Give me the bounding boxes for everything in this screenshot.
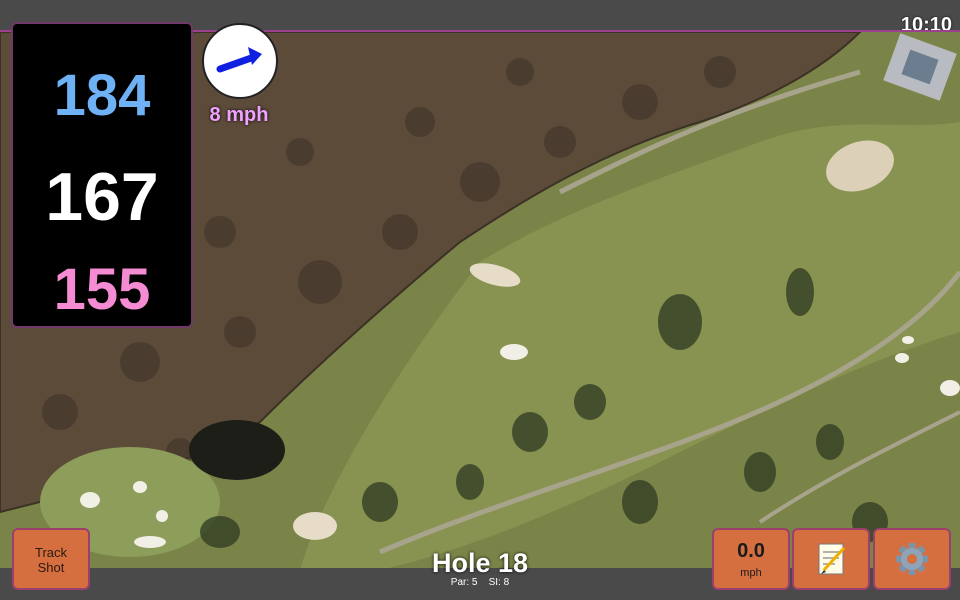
hole-par: Par: 5	[450, 577, 478, 588]
wind-speed: 8 mph	[209, 104, 269, 126]
gear-icon	[896, 543, 928, 575]
speed-button[interactable]: 0.0 mph	[712, 528, 790, 590]
wind-indicator	[202, 23, 278, 99]
settings-button[interactable]	[873, 528, 951, 590]
front-yardage: 155	[53, 257, 151, 322]
wind-arrow-icon	[216, 47, 262, 73]
middle-yardage: 167	[45, 159, 159, 235]
notes-button[interactable]	[792, 528, 870, 590]
track-shot-label-line1: Track	[34, 545, 68, 560]
hole-title: Hole 18	[431, 548, 529, 578]
hole-info: Par: 5 SI: 8	[380, 577, 580, 588]
speed-unit: mph	[740, 567, 762, 579]
speed-value: 0.0	[737, 540, 765, 562]
track-shot-label-line2: Shot	[37, 560, 65, 575]
back-yardage: 184	[53, 63, 151, 128]
track-shot-button[interactable]: Track Shot	[12, 528, 90, 590]
notepad-icon	[818, 543, 846, 575]
yardage-panel: 184 167 155	[11, 22, 193, 328]
hole-si: SI: 8	[488, 577, 510, 588]
